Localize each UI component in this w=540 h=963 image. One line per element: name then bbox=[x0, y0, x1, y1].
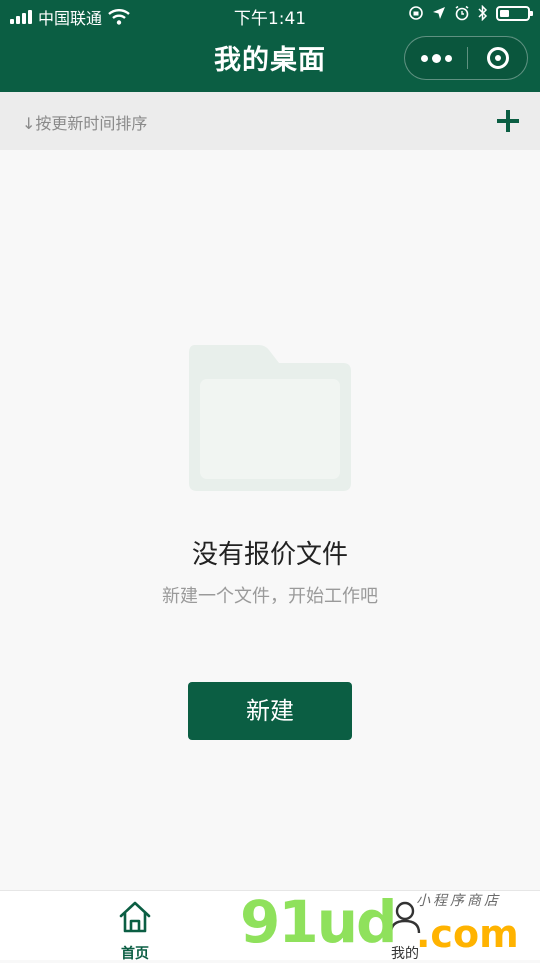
home-icon bbox=[119, 901, 151, 933]
alarm-icon bbox=[455, 5, 469, 21]
battery-icon bbox=[496, 5, 533, 21]
close-mini-program-button[interactable] bbox=[468, 37, 528, 79]
plus-icon bbox=[497, 110, 519, 132]
new-file-button[interactable]: 新建 bbox=[188, 682, 352, 740]
battery-level bbox=[500, 9, 509, 17]
sort-bar: ↓按更新时间排序 bbox=[0, 92, 540, 150]
empty-state-subtitle: 新建一个文件，开始工作吧 bbox=[162, 586, 378, 607]
tab-home-label: 首页 bbox=[121, 946, 149, 962]
tab-bar: 首页 我的 bbox=[0, 890, 540, 962]
tab-mine-label: 我的 bbox=[391, 946, 419, 962]
tab-mine[interactable]: 我的 bbox=[360, 891, 450, 962]
location-icon bbox=[433, 7, 445, 19]
more-dot-icon bbox=[431, 53, 441, 63]
sort-toggle[interactable]: ↓按更新时间排序 bbox=[22, 110, 147, 134]
navigation-header: 中国联通 下午1:41 我的桌面 bbox=[0, 0, 540, 92]
tab-home[interactable]: 首页 bbox=[90, 891, 180, 962]
more-dot-icon bbox=[444, 54, 452, 62]
orientation-lock-icon bbox=[409, 6, 423, 20]
add-button[interactable] bbox=[492, 105, 524, 137]
status-right bbox=[408, 5, 533, 21]
user-icon bbox=[389, 901, 421, 934]
mini-program-capsule bbox=[404, 36, 528, 80]
folder-icon bbox=[189, 345, 351, 491]
bluetooth-icon bbox=[478, 5, 488, 21]
target-icon bbox=[487, 47, 509, 69]
empty-state-title: 没有报价文件 bbox=[191, 540, 348, 570]
more-dot-icon bbox=[420, 54, 428, 62]
more-button[interactable] bbox=[405, 37, 467, 79]
status-bar: 中国联通 下午1:41 bbox=[0, 0, 540, 30]
